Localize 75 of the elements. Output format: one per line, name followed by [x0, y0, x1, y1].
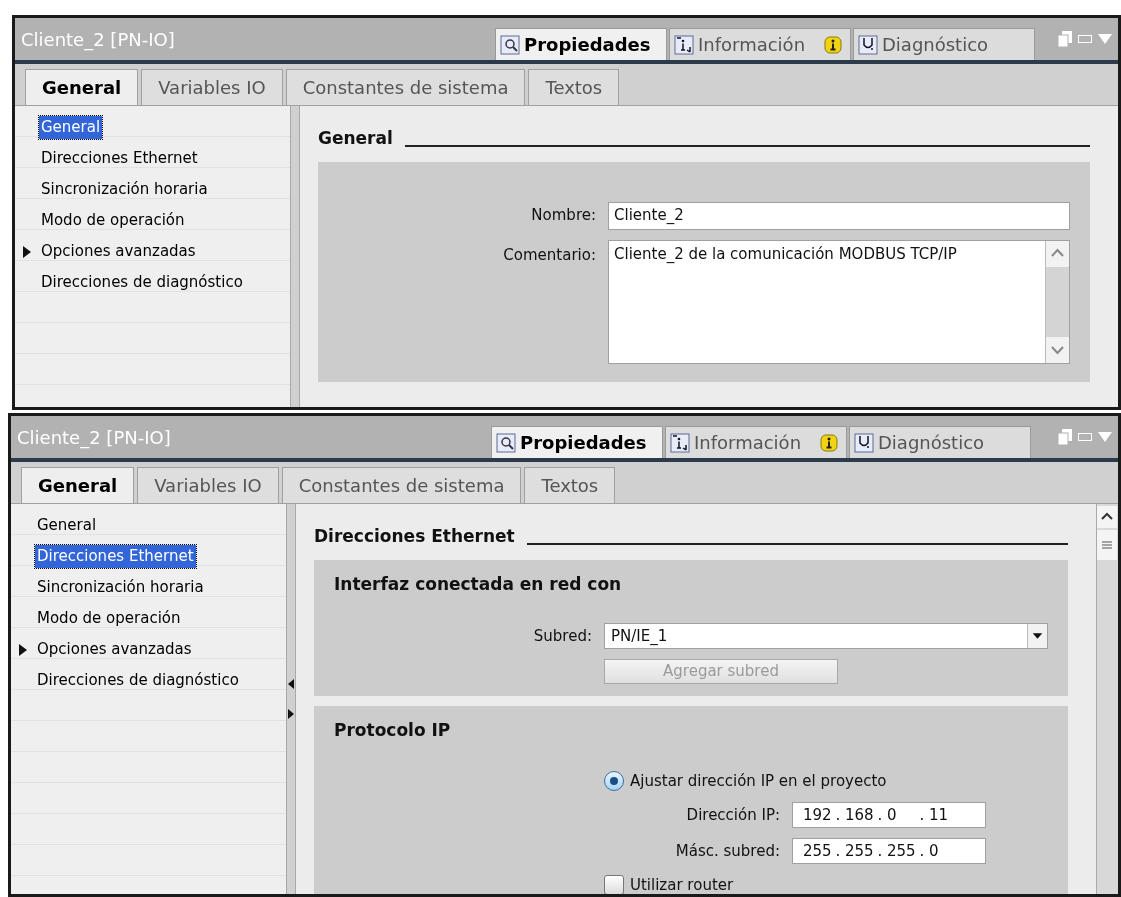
subnet-dropdown[interactable]: PN/IE_1: [604, 623, 1048, 649]
view-tab[interactable]: Propiedades: [491, 426, 663, 458]
radio-label: Ajustar dirección IP en el proyecto: [630, 770, 887, 792]
info-arrows-icon: [674, 34, 694, 55]
nav-item[interactable]: Sincronización horaria: [15, 174, 290, 205]
minimize-icon[interactable]: [1078, 35, 1092, 43]
tab[interactable]: Textos: [528, 69, 620, 105]
nav-item[interactable]: Opciones avanzadas: [11, 634, 286, 665]
view-tab-label: Diagnóstico: [882, 33, 989, 57]
info-arrows-icon: [670, 432, 690, 453]
checkbox-label: Utilizar router: [630, 875, 734, 894]
view-tab[interactable]: Diagnóstico: [853, 28, 1035, 60]
view-tab-label: Información: [694, 431, 802, 455]
scroll-up-icon[interactable]: [1097, 506, 1117, 528]
tab[interactable]: General: [21, 467, 135, 503]
expand-arrow-icon[interactable]: [23, 245, 31, 258]
tab[interactable]: Constantes de sistema: [281, 467, 522, 503]
window-title: Cliente_2 [PN-IO]: [20, 27, 176, 53]
field-label: Dirección IP:: [685, 804, 781, 826]
tab[interactable]: Constantes de sistema: [285, 69, 526, 105]
group-title: Interfaz conectada en red con: [334, 572, 623, 596]
group-title: Protocolo IP: [334, 719, 452, 742]
field-label: Másc. subred:: [674, 840, 781, 862]
caret-icon: [1027, 624, 1047, 648]
nav-item[interactable]: Direcciones de diagnóstico: [11, 665, 286, 696]
stethoscope-icon: [854, 432, 874, 453]
restore-icon[interactable]: [1058, 31, 1072, 47]
name-field[interactable]: Cliente_2: [608, 201, 1070, 230]
magnifier-icon: [496, 432, 516, 453]
scrollbar[interactable]: [1096, 504, 1118, 894]
nav-item[interactable]: Modo de operación: [15, 205, 290, 236]
splitter[interactable]: [290, 106, 300, 407]
view-tab-label: Propiedades: [520, 431, 647, 455]
tab[interactable]: Variables IO: [141, 69, 283, 105]
tab[interactable]: General: [25, 69, 139, 105]
view-tab-label: Propiedades: [524, 33, 651, 57]
view-tab[interactable]: Diagnóstico: [849, 426, 1031, 458]
nav-item[interactable]: Direcciones Ethernet: [15, 143, 290, 174]
tab[interactable]: Textos: [524, 467, 616, 503]
collapse-left-icon[interactable]: [288, 679, 294, 689]
expand-right-icon[interactable]: [288, 709, 294, 719]
checkbox[interactable]: [604, 875, 624, 894]
section-heading: Direcciones Ethernet: [314, 525, 515, 548]
scroll-down-icon[interactable]: [1046, 336, 1069, 363]
view-tab-label: Diagnóstico: [878, 431, 985, 455]
nav-item[interactable]: Opciones avanzadas: [15, 236, 290, 267]
nav-item[interactable]: Direcciones Ethernet: [11, 541, 286, 572]
view-tab[interactable]: Información: [665, 426, 847, 458]
section-heading: General: [318, 127, 393, 150]
window-title: Cliente_2 [PN-IO]: [16, 425, 172, 451]
ip-address-field[interactable]: 255 . 255 . 255 . 0: [792, 838, 986, 864]
nav-item[interactable]: Sincronización horaria: [11, 572, 286, 603]
nav-item[interactable]: General: [15, 112, 290, 143]
nav-item[interactable]: Modo de operación: [11, 603, 286, 634]
dropdown-icon[interactable]: [1098, 34, 1112, 44]
scroll-thumb-icon[interactable]: [1097, 530, 1117, 560]
nav-item[interactable]: General: [11, 510, 286, 541]
comment-field[interactable]: Cliente_2 de la comunicación MODBUS TCP/IP: [608, 239, 1070, 364]
minimize-icon[interactable]: [1078, 433, 1092, 441]
restore-icon[interactable]: [1058, 429, 1072, 445]
scrollbar[interactable]: [1045, 240, 1069, 363]
field-label: Comentario:: [502, 244, 597, 266]
expand-arrow-icon[interactable]: [19, 643, 27, 656]
field-label: Nombre:: [530, 205, 597, 227]
field-label: Subred:: [532, 625, 593, 647]
radio-button[interactable]: [604, 770, 624, 791]
view-tab-label: Información: [698, 33, 806, 57]
ip-address-field[interactable]: 192 . 168 . 0 . 11: [792, 802, 986, 828]
view-tab[interactable]: Información: [669, 28, 851, 60]
view-tab[interactable]: Propiedades: [495, 28, 667, 60]
dropdown-icon[interactable]: [1098, 432, 1112, 442]
nav-item[interactable]: Direcciones de diagnóstico: [15, 267, 290, 298]
stethoscope-icon: [858, 34, 878, 55]
tab[interactable]: Variables IO: [137, 467, 279, 503]
magnifier-icon: [500, 34, 520, 55]
